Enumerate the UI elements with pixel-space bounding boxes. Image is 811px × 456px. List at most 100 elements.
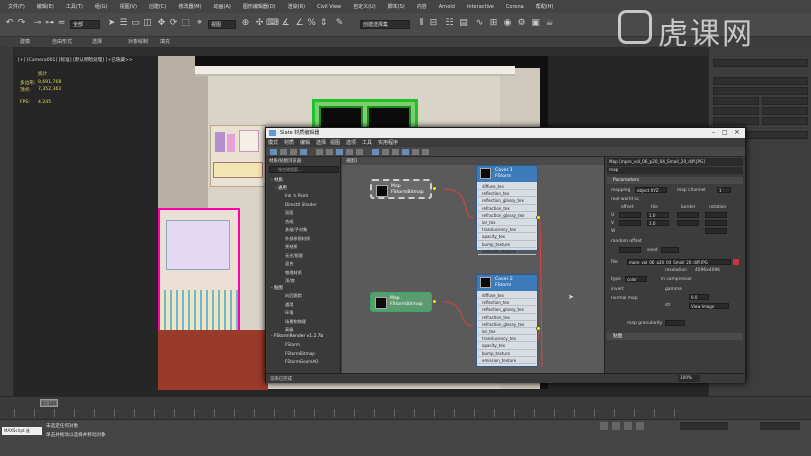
- select-by-name-icon[interactable]: ☰: [118, 18, 129, 29]
- menu-item[interactable]: 内容: [417, 3, 427, 10]
- spinner-snap-icon[interactable]: ⇕: [318, 18, 329, 29]
- browser-item[interactable]: FStormGeomAO: [285, 358, 341, 365]
- window-crossing-icon[interactable]: ◫: [142, 18, 153, 29]
- input-slot[interactable]: translucency_tex: [478, 335, 536, 343]
- rotate-icon[interactable]: ⟳: [168, 18, 179, 29]
- slate-menu-item[interactable]: 选项: [346, 139, 356, 146]
- w-rotation-input[interactable]: [705, 228, 727, 234]
- node-graph-view[interactable]: Map FStormBitmap Map FStormBitmap Cover 1F…: [342, 157, 604, 373]
- file-clear-icon[interactable]: [733, 259, 739, 265]
- timeline[interactable]: 0 / 100: [0, 396, 811, 419]
- section-general[interactable]: - 通用: [275, 185, 343, 192]
- pick-icon[interactable]: [280, 149, 287, 155]
- tab-view1[interactable]: 视图1: [346, 158, 358, 164]
- menu-item[interactable]: 渲染(R): [288, 3, 305, 10]
- link-icon[interactable]: ⊸: [32, 18, 43, 29]
- maxscript-listener[interactable]: MAXScript 迷: [2, 427, 42, 435]
- slate-menu-item[interactable]: 工具: [362, 139, 372, 146]
- seed-input[interactable]: [661, 247, 679, 253]
- show-background-icon[interactable]: [372, 149, 379, 155]
- node-map-bitmap-2[interactable]: Map FStormBitmap: [370, 292, 432, 312]
- layout-icon[interactable]: [382, 149, 389, 155]
- ribbon-tab[interactable]: 建模: [20, 38, 30, 45]
- rendered-frame-window-icon[interactable]: ▣: [530, 18, 541, 29]
- rect-select-icon[interactable]: ▭: [130, 18, 141, 29]
- u-border-dropdown[interactable]: [677, 212, 699, 218]
- named-selection-icon[interactable]: ✎: [334, 18, 345, 29]
- menu-item[interactable]: 自定义(U): [353, 3, 376, 10]
- maps-rollout[interactable]: 贴图: [607, 333, 743, 340]
- section-materials[interactable]: - 材质: [271, 177, 339, 184]
- slate-menu-item[interactable]: 视图: [330, 139, 340, 146]
- render-production-icon[interactable]: ☕: [544, 18, 555, 29]
- node-cover1-fstorm[interactable]: Cover 1 FStorm diffuse_tex reflection_tex r…: [476, 165, 538, 255]
- output-port[interactable]: [432, 299, 437, 304]
- get-material-icon[interactable]: [290, 149, 297, 155]
- percent-snap-icon[interactable]: %: [306, 18, 317, 29]
- gamma-input[interactable]: 0.0: [689, 294, 709, 300]
- input-slot[interactable]: refraction_glossy_tex: [478, 321, 536, 328]
- move-children-icon[interactable]: [336, 149, 343, 155]
- browser-item[interactable]: 高级: [285, 326, 341, 333]
- browser-item[interactable]: 场景和物理: [285, 318, 341, 325]
- browser-item[interactable]: 顶/底: [285, 277, 341, 284]
- input-slot[interactable]: translucency_tex: [478, 226, 536, 234]
- output-port[interactable]: [432, 186, 437, 191]
- v-tile-input[interactable]: 1.0: [647, 220, 669, 226]
- frame-field[interactable]: [760, 422, 800, 430]
- browser-search-input[interactable]: 按名称搜索...: [269, 166, 339, 173]
- put-to-scene-icon[interactable]: [300, 149, 307, 155]
- menu-item[interactable]: 图形编辑器(D): [243, 3, 276, 10]
- input-slot[interactable]: refraction_tex: [478, 205, 536, 212]
- schematic-view-icon[interactable]: ⊞: [488, 18, 499, 29]
- pivot-icon[interactable]: ⊕: [240, 18, 251, 29]
- input-slot[interactable]: bump_texture: [478, 350, 536, 357]
- input-slot[interactable]: emission_texture: [478, 248, 536, 255]
- browser-item[interactable]: 混合: [285, 260, 341, 267]
- select-icon[interactable]: [270, 149, 277, 155]
- menu-item[interactable]: 视图(V): [120, 3, 137, 10]
- slate-menu-item[interactable]: 编辑: [300, 139, 310, 146]
- input-slot[interactable]: bump_texture: [478, 241, 536, 248]
- output-port[interactable]: [536, 215, 541, 220]
- parameters-rollout[interactable]: Parameters: [607, 177, 743, 184]
- slate-menu-item[interactable]: 材质: [284, 139, 294, 146]
- v-offset-input[interactable]: [619, 220, 641, 226]
- hide-unused-icon[interactable]: [346, 149, 353, 155]
- curve-editor-icon[interactable]: ∿: [474, 18, 485, 29]
- input-slot[interactable]: opacity_tex: [478, 342, 536, 350]
- delete-icon[interactable]: [326, 149, 333, 155]
- show-map-icon[interactable]: [356, 149, 363, 155]
- input-slot[interactable]: diffuse_tex: [478, 292, 536, 300]
- map-granularity-input[interactable]: [665, 320, 685, 326]
- input-slot[interactable]: reflection_tex: [478, 299, 536, 307]
- material-map-browser-icon[interactable]: [402, 149, 409, 155]
- select-by-material-icon[interactable]: [422, 149, 429, 155]
- v-border-dropdown[interactable]: [677, 220, 699, 226]
- keyboard-shortcut-icon[interactable]: ⌨: [266, 18, 279, 29]
- browser-item[interactable]: 向后跟踪: [285, 292, 341, 299]
- browser-item[interactable]: 壳材质: [285, 243, 341, 250]
- mirror-icon[interactable]: ⫴: [416, 18, 427, 29]
- angle-snap-icon[interactable]: ∠: [294, 18, 305, 29]
- menu-item[interactable]: Civil View: [317, 4, 341, 10]
- viewport-label[interactable]: [+] [Camera001] [标准] [默认明暗处理] [+已隐藏>>: [18, 57, 133, 63]
- browser-item[interactable]: FStorm: [285, 341, 341, 348]
- reference-coord-dropdown[interactable]: 视图: [208, 20, 236, 29]
- map-channel-input[interactable]: 1: [717, 187, 731, 193]
- file-path-button[interactable]: mpre_vol_06_p20_04_Small_20_diff.JPG: [627, 259, 731, 265]
- browser-item[interactable]: 通用: [285, 301, 341, 308]
- toggle-ribbon-icon[interactable]: ▤: [458, 18, 469, 29]
- input-slot[interactable]: refraction_glossy_tex: [478, 212, 536, 219]
- slate-menu-item[interactable]: 实用程序: [378, 139, 398, 146]
- browser-item[interactable]: 环境: [285, 309, 341, 316]
- browser-item[interactable]: 外部参照材质: [285, 235, 341, 242]
- auto-key-dropdown[interactable]: [680, 422, 728, 430]
- input-slot[interactable]: reflection_glossy_tex: [478, 197, 536, 205]
- layout-children-icon[interactable]: [392, 149, 399, 155]
- minimize-icon[interactable]: –: [712, 129, 715, 136]
- input-slot[interactable]: reflection_glossy_tex: [478, 306, 536, 314]
- node-map-bitmap-1[interactable]: Map FStormBitmap: [370, 179, 432, 199]
- input-slot[interactable]: ior_tex: [478, 328, 536, 336]
- prev-frame-icon[interactable]: [612, 422, 620, 430]
